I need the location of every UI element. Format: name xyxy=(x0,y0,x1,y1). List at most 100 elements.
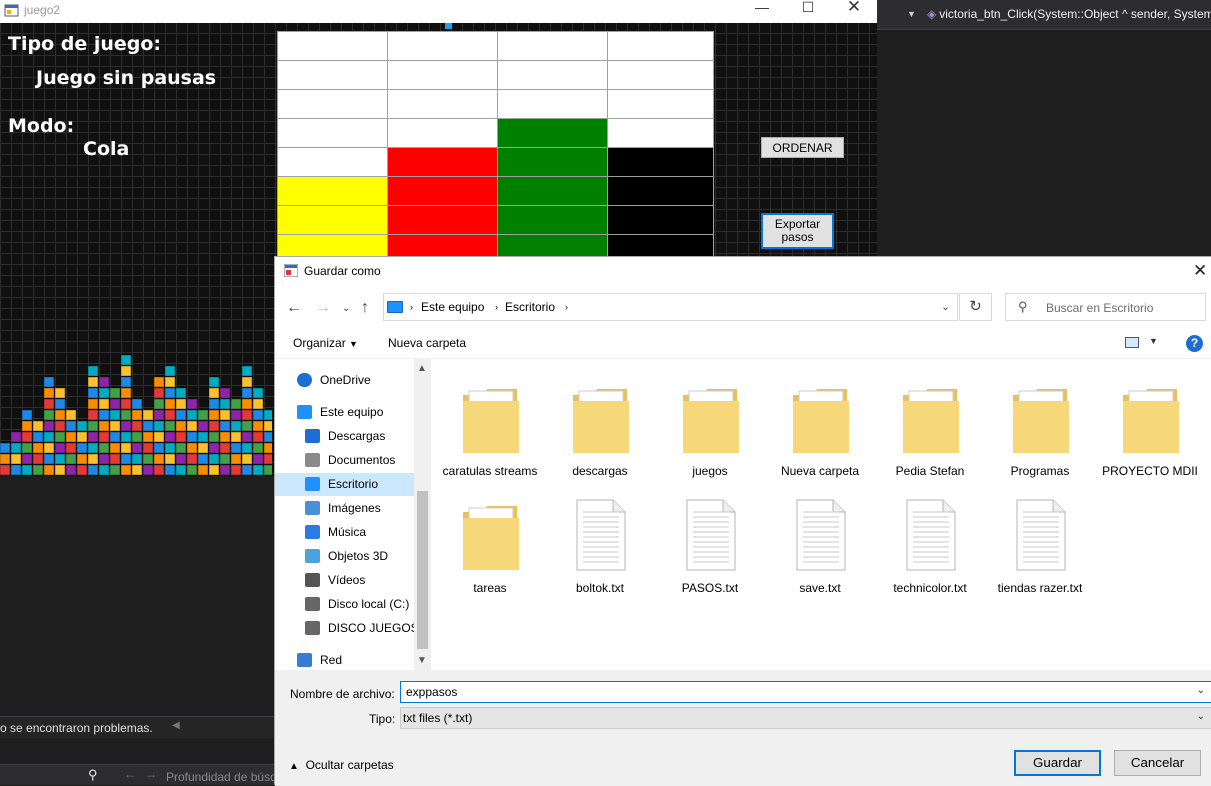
save-as-dialog: Guardar como ✕ ← → ⌄ ↑ › Este equipo › E… xyxy=(274,256,1211,786)
scroll-down-icon[interactable]: ▼ xyxy=(417,655,427,666)
refresh-button[interactable]: ↻ xyxy=(959,293,992,321)
hide-folders-toggle[interactable]: ▲ Ocultar carpetas xyxy=(289,758,394,772)
navigation-pane: OneDrive Este equipo Descargas Documentos Es… xyxy=(275,359,414,670)
method-dropdown[interactable]: ◈ victoria_btn_Click(System::Object ^ sen… xyxy=(927,7,1211,21)
ide-code-editor[interactable] xyxy=(877,30,1211,256)
file-item[interactable]: boltok.txt xyxy=(545,484,655,596)
chevron-down-icon: ▼ xyxy=(349,339,358,349)
search-icon: ⚲ xyxy=(1018,299,1028,314)
minimize-button[interactable]: — xyxy=(739,0,785,23)
nav-item-descargas[interactable]: Descargas xyxy=(275,425,414,448)
chevron-down-icon[interactable]: ▼ xyxy=(907,9,916,19)
board-cell xyxy=(278,206,387,234)
chevron-down-icon[interactable]: ▼ xyxy=(1149,336,1158,346)
help-icon[interactable]: ? xyxy=(1186,335,1203,352)
up-arrow-icon[interactable]: ↑ xyxy=(361,299,369,317)
nav-item-escritorio[interactable]: Escritorio xyxy=(275,473,414,496)
cancel-button[interactable]: Cancelar xyxy=(1114,750,1201,776)
organize-button[interactable]: Organizar ▼ xyxy=(293,336,358,350)
nav-item-documentos[interactable]: Documentos xyxy=(275,449,414,472)
view-options-icon[interactable] xyxy=(1125,337,1139,348)
folder-item[interactable]: juegos xyxy=(655,367,765,479)
board-cell xyxy=(278,235,387,256)
file-item[interactable]: PASOS.txt xyxy=(655,484,765,596)
file-type-value: txt files (*.txt) xyxy=(403,711,473,725)
board-cell xyxy=(498,206,607,234)
scrollbar-thumb[interactable] xyxy=(417,491,428,649)
folder-item[interactable]: PROYECTO MDII xyxy=(1095,367,1205,479)
nav-item-label: Red xyxy=(320,653,343,667)
chevron-down-icon[interactable]: ⌄ xyxy=(941,300,950,313)
nav-item-label: Descargas xyxy=(328,429,386,443)
nav-item-onedrive[interactable]: OneDrive xyxy=(275,369,414,392)
forward-arrow-icon[interactable]: → xyxy=(315,299,331,317)
nav-item-label: Escritorio xyxy=(328,477,379,491)
file-item[interactable]: tiendas razer.txt xyxy=(985,484,1095,596)
game-board xyxy=(277,31,714,257)
download-icon xyxy=(305,429,320,443)
video-icon xyxy=(305,573,320,587)
board-cell xyxy=(608,206,713,234)
board-cell xyxy=(498,119,607,147)
folder-item[interactable]: caratulas streams xyxy=(435,367,545,479)
close-button[interactable]: ✕ xyxy=(831,0,877,23)
folder-item[interactable]: Nueva carpeta xyxy=(765,367,875,479)
nav-item-label: Vídeos xyxy=(328,573,366,587)
export-steps-button[interactable]: Exportar pasos xyxy=(761,213,834,249)
nav-item-red[interactable]: Red xyxy=(275,649,414,670)
folder-icon xyxy=(459,377,523,457)
nav-item-v-deos[interactable]: Vídeos xyxy=(275,569,414,592)
close-icon[interactable]: ✕ xyxy=(1193,261,1207,281)
board-cell xyxy=(278,119,387,147)
save-button[interactable]: Guardar xyxy=(1014,750,1101,776)
board-cell xyxy=(388,119,497,147)
folder-item[interactable]: Pedia Stefan xyxy=(875,367,985,479)
scroll-left-icon[interactable]: ◀ xyxy=(172,720,180,731)
search-depth-field[interactable]: Profundidad de búsq xyxy=(166,770,274,784)
nav-item-m-sica[interactable]: Música xyxy=(275,521,414,544)
file-type-select[interactable]: txt files (*.txt) ⌄ xyxy=(400,707,1211,729)
new-folder-button[interactable]: Nueva carpeta xyxy=(388,336,466,350)
search-placeholder: Buscar en Escritorio xyxy=(1046,301,1154,315)
dialog-title-bar: Guardar como ✕ xyxy=(275,257,1211,287)
search-field[interactable]: ⚲ Buscar en Escritorio xyxy=(1005,293,1206,321)
board-cell xyxy=(278,148,387,176)
game-type-label: Tipo de juego: xyxy=(8,33,162,55)
image-icon xyxy=(305,501,320,515)
back-arrow-icon[interactable]: ← xyxy=(124,767,136,781)
forward-arrow-icon[interactable]: → xyxy=(145,767,157,781)
filename-input[interactable]: exppasos ⌄ xyxy=(400,681,1211,703)
filename-value: exppasos xyxy=(406,685,458,699)
mode-label: Modo: xyxy=(8,115,75,137)
nav-item-im-genes[interactable]: Imágenes xyxy=(275,497,414,520)
file-item[interactable]: save.txt xyxy=(765,484,875,596)
chevron-up-icon: ▲ xyxy=(289,761,299,772)
recent-locations-icon[interactable]: ⌄ xyxy=(342,303,350,314)
board-cell xyxy=(278,177,387,205)
folder-item[interactable]: Programas xyxy=(985,367,1095,479)
search-icon[interactable]: ⚲ xyxy=(88,767,98,783)
drive-icon xyxy=(305,597,320,611)
folder-item[interactable]: descargas xyxy=(545,367,655,479)
chevron-down-icon[interactable]: ⌄ xyxy=(1197,685,1205,696)
address-bar[interactable]: › Este equipo › Escritorio › ⌄ xyxy=(383,293,958,321)
file-name: PROYECTO MDII xyxy=(1102,464,1198,478)
maximize-button[interactable]: ☐ xyxy=(785,0,831,23)
breadcrumb-escritorio[interactable]: Escritorio xyxy=(505,300,555,314)
scroll-up-icon[interactable]: ▲ xyxy=(417,363,427,374)
file-item[interactable]: technicolor.txt xyxy=(875,484,985,596)
file-name: juegos xyxy=(692,464,728,478)
navigation-scrollbar[interactable]: ▲ ▼ xyxy=(414,359,431,670)
folder-item[interactable]: tareas xyxy=(435,484,545,596)
back-arrow-icon[interactable]: ← xyxy=(286,299,302,317)
method-signature: victoria_btn_Click(System::Object ^ send… xyxy=(939,7,1211,21)
board-cell xyxy=(608,235,713,256)
chevron-down-icon: ⌄ xyxy=(1196,711,1205,722)
nav-item-disco-juegos[interactable]: DISCO JUEGOS ( xyxy=(275,617,414,640)
nav-item-disco-local-c[interactable]: Disco local (C:) xyxy=(275,593,414,616)
nav-item-objetos-3d[interactable]: Objetos 3D xyxy=(275,545,414,568)
breadcrumb-este-equipo[interactable]: Este equipo xyxy=(421,300,484,314)
folder-icon xyxy=(1119,377,1183,457)
nav-item-este-equipo[interactable]: Este equipo xyxy=(275,401,414,424)
ordenar-button[interactable]: ORDENAR xyxy=(761,137,844,158)
